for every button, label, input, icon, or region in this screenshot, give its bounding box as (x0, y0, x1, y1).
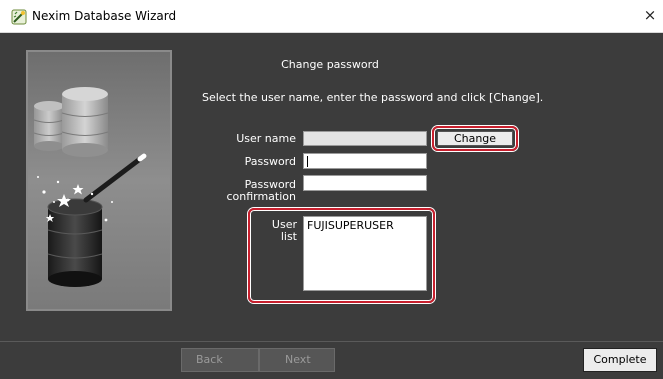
user-name-field[interactable] (303, 131, 427, 146)
instruction-text: Select the user name, enter the password… (202, 91, 544, 104)
wizard-illustration (26, 50, 172, 311)
user-list-label: User list (271, 218, 297, 243)
password-field[interactable] (303, 153, 427, 169)
database-wand-illustration (28, 52, 170, 309)
next-button[interactable]: Next (259, 348, 335, 372)
list-item[interactable]: FUJISUPERUSER (307, 219, 423, 232)
page-heading: Change password (281, 58, 379, 71)
password-label: Password (244, 155, 296, 168)
title-bar: Nexim Database Wizard × (0, 0, 663, 33)
wizard-window: Nexim Database Wizard × Change password … (0, 0, 663, 379)
nexim-wizard-icon (11, 9, 27, 25)
password-confirmation-label-line2: confirmation (226, 190, 296, 203)
window-title: Nexim Database Wizard (32, 9, 177, 23)
wizard-footer: Back Next Complete (0, 341, 663, 379)
user-name-label: User name (236, 132, 296, 145)
wizard-content: Change password Select the user name, en… (0, 33, 663, 341)
back-button[interactable]: Back (181, 348, 259, 372)
password-confirmation-field[interactable] (303, 175, 427, 191)
change-button[interactable]: Change (437, 131, 513, 146)
password-confirmation-label: Password confirmation (208, 179, 296, 203)
user-list[interactable]: FUJISUPERUSER (303, 216, 427, 291)
complete-button[interactable]: Complete (583, 348, 657, 372)
text-caret (307, 156, 308, 167)
close-icon[interactable]: × (641, 5, 659, 25)
